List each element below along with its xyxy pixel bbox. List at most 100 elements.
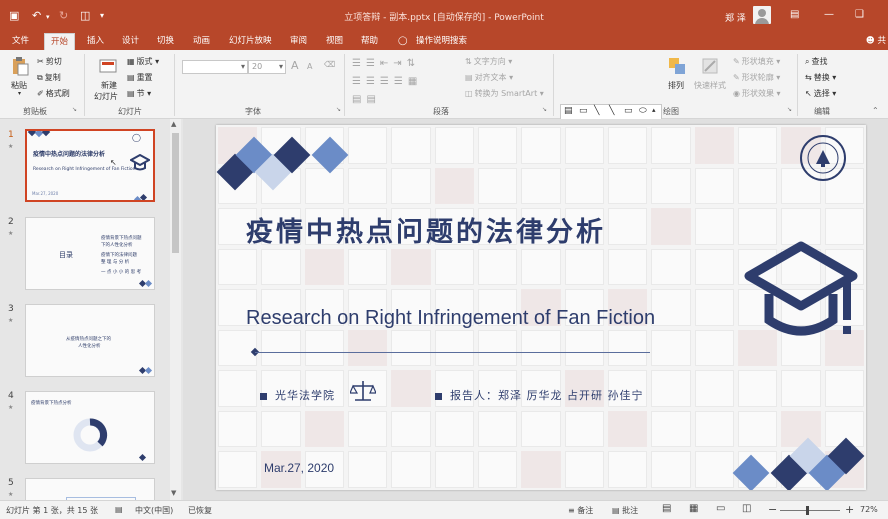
tab-insert[interactable]: 插入 xyxy=(81,33,110,50)
paste-icon[interactable] xyxy=(10,56,30,76)
new-slide-label-1[interactable]: 新建 xyxy=(101,80,117,91)
arrange-icon[interactable] xyxy=(667,56,687,76)
align-icon[interactable]: ☰☰☰☰▦ xyxy=(352,76,422,87)
quick-styles-button[interactable]: 快速样式 xyxy=(694,80,726,91)
gallery-up-icon[interactable]: ▴ xyxy=(652,106,656,114)
clipboard-launcher-icon[interactable]: ↘ xyxy=(72,106,77,113)
background-tile xyxy=(738,410,778,448)
share-button[interactable]: ☻ 共 xyxy=(866,33,886,49)
slide-canvas[interactable]: 疫情中热点问题的法律分析 Research on Right Infringem… xyxy=(216,125,866,490)
quick-styles-icon[interactable] xyxy=(700,56,720,76)
slide-title[interactable]: 疫情中热点问题的法律分析 xyxy=(246,210,846,249)
shrink-font-button[interactable]: A xyxy=(307,62,312,71)
reset-button[interactable]: ▤ 重置 xyxy=(127,72,153,83)
background-tile xyxy=(564,410,604,448)
zoom-level[interactable]: 72% xyxy=(860,505,878,514)
normal-view-icon[interactable]: ▤ xyxy=(662,503,671,514)
logo-mini-icon: ◯ xyxy=(132,133,141,142)
slide-thumbnails-pane: 1 ★ 疫情中热点问题的法律分析 Research on Right Infri… xyxy=(0,119,183,508)
shape-effects-button[interactable]: ◉ 形状效果 ▾ xyxy=(733,88,781,99)
background-tile xyxy=(521,167,561,205)
layout-button[interactable]: ▦ 版式 ▾ xyxy=(127,56,159,67)
paragraph-launcher-icon[interactable]: ↘ xyxy=(542,106,547,113)
tab-view[interactable]: 视图 xyxy=(320,33,349,50)
thumbnail-slide-3[interactable]: 从疫情热点问题之下的 人性化分析 xyxy=(25,304,155,377)
section-button[interactable]: ▤ 节 ▾ xyxy=(127,88,151,99)
find-button[interactable]: ⌕ 查找 xyxy=(805,56,827,67)
font-launcher-icon[interactable]: ↘ xyxy=(336,106,341,113)
collapse-ribbon-icon[interactable]: ⌃ xyxy=(872,106,879,115)
layout-icon: ▦ xyxy=(127,57,135,66)
tab-help[interactable]: 帮助 xyxy=(355,33,384,50)
format-painter-button[interactable]: ✐ 格式刷 xyxy=(37,88,70,99)
spellcheck-icon[interactable]: ▤ xyxy=(115,505,123,514)
cut-button[interactable]: ✂ 剪切 xyxy=(37,56,62,67)
tell-me-search[interactable]: 操作说明搜索 xyxy=(410,33,473,50)
tab-file[interactable]: 文件 xyxy=(6,33,35,50)
background-tile xyxy=(391,248,431,286)
comments-button[interactable]: ▤ 批注 xyxy=(612,505,638,516)
tab-review[interactable]: 审阅 xyxy=(284,33,313,50)
school-text[interactable]: 光华法学院 xyxy=(260,387,335,403)
maximize-icon[interactable]: ❑ xyxy=(855,9,864,20)
copy-button[interactable]: ⧉ 复制 xyxy=(37,72,61,83)
clear-format-icon[interactable]: ⌫ xyxy=(324,60,335,69)
background-tile xyxy=(738,167,778,205)
bullets-icon[interactable]: ☰☰⇤⇥⇅ xyxy=(352,58,420,69)
background-tile xyxy=(781,410,821,448)
text-direction-button[interactable]: ⇅ 文字方向 ▾ xyxy=(465,56,512,67)
background-tile xyxy=(218,248,258,286)
new-slide-label-2[interactable]: 幻灯片 xyxy=(94,91,118,102)
shading-icon[interactable]: ▤▤ xyxy=(352,94,381,105)
background-tile xyxy=(348,167,388,205)
ribbon-display-icon[interactable]: ▤ xyxy=(790,9,799,20)
tab-animations[interactable]: 动画 xyxy=(187,33,216,50)
scroll-up-icon[interactable]: ▲ xyxy=(171,120,176,128)
arrange-button[interactable]: 排列 xyxy=(668,80,684,91)
tab-transitions[interactable]: 切换 xyxy=(151,33,180,50)
slideshow-view-icon[interactable]: ◫ xyxy=(742,503,751,514)
thumbnail-slide-2[interactable]: 目录 疫情背景下热点问题 下的人性化分析 疫情下的法律问题 整 理 与 分 析 … xyxy=(25,217,155,290)
thumbnail-slide-4[interactable]: 疫情背景下热点分析 xyxy=(25,391,155,464)
slide-date[interactable]: Mar.27, 2020 xyxy=(264,461,334,475)
thumbnail-slide-1[interactable]: 疫情中热点问题的法律分析 Research on Right Infringem… xyxy=(25,129,155,202)
paste-dropdown-icon[interactable]: ▾ xyxy=(18,90,21,97)
background-tile xyxy=(218,451,258,488)
font-size-combo[interactable]: 20 ▾ xyxy=(248,60,286,74)
new-slide-icon[interactable] xyxy=(98,56,118,76)
zoom-slider[interactable] xyxy=(780,510,840,511)
slide-sorter-icon[interactable]: ▦ xyxy=(689,503,698,514)
background-tile xyxy=(434,451,474,488)
zoom-slider-thumb[interactable] xyxy=(806,506,809,515)
drawing-launcher-icon[interactable]: ↘ xyxy=(787,106,792,113)
tab-design[interactable]: 设计 xyxy=(116,33,145,50)
font-name-combo[interactable]: ▾ xyxy=(182,60,248,74)
group-label-editing: 编辑 xyxy=(814,107,830,116)
shape-outline-button[interactable]: ✎ 形状轮廓 ▾ xyxy=(733,72,780,83)
avatar[interactable] xyxy=(753,6,771,24)
minimize-icon[interactable]: — xyxy=(824,9,834,20)
language-status[interactable]: 中文(中国) xyxy=(135,505,173,516)
slide-subtitle[interactable]: Research on Right Infringement of Fan Fi… xyxy=(246,307,655,330)
background-tile xyxy=(478,167,518,205)
notes-button[interactable]: ≡ 备注 xyxy=(568,505,593,516)
reporters-text[interactable]: 报告人：郑泽 厉华龙 占开研 孙佳宁 xyxy=(435,387,644,403)
thumbnails-scrollbar[interactable]: ▲ ▼ xyxy=(170,119,181,500)
user-name[interactable]: 郑 泽 xyxy=(725,11,746,24)
background-tile xyxy=(478,410,518,448)
select-button[interactable]: ↖ 选择 ▾ xyxy=(805,88,836,99)
zoom-out-icon[interactable]: − xyxy=(768,503,777,516)
zoom-in-icon[interactable]: + xyxy=(845,503,854,516)
shape-fill-button[interactable]: ✎ 形状填充 ▾ xyxy=(733,56,780,67)
scrollbar-thumb[interactable] xyxy=(172,133,179,253)
replace-button[interactable]: ⇆ 替换 ▾ xyxy=(805,72,836,83)
tab-slideshow[interactable]: 幻灯片放映 xyxy=(223,33,278,50)
align-text-button[interactable]: ▤ 对齐文本 ▾ xyxy=(465,72,513,83)
smartart-button[interactable]: ◫ 转换为 SmartArt ▾ xyxy=(465,88,544,99)
grow-font-button[interactable]: A xyxy=(291,59,299,72)
effects-icon: ◉ xyxy=(733,89,740,98)
reading-view-icon[interactable]: ▭ xyxy=(716,503,725,514)
background-tile xyxy=(564,248,604,286)
tab-home[interactable]: 开始 xyxy=(44,33,76,51)
scroll-down-icon[interactable]: ▼ xyxy=(171,489,176,497)
